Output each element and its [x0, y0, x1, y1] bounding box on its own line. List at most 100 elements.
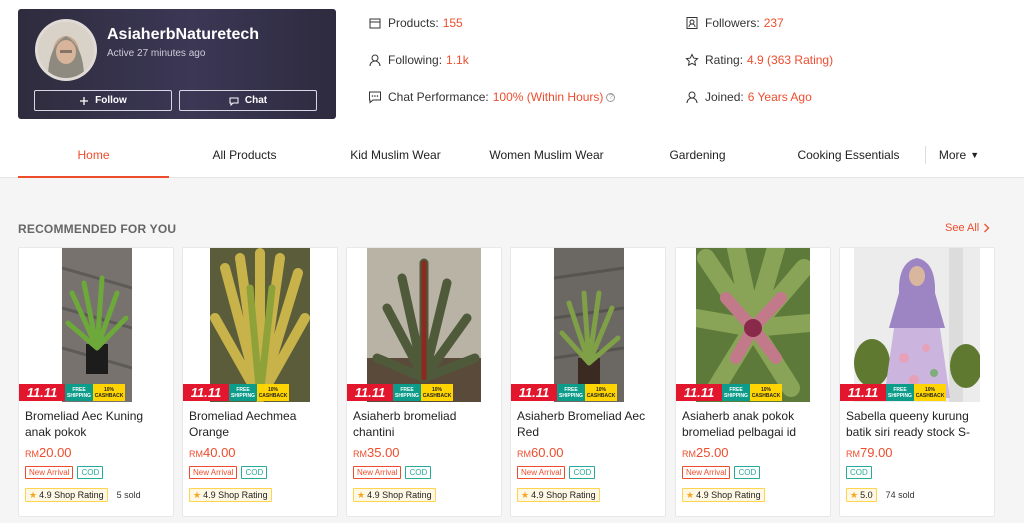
product-image[interactable]: 11.11 FREE SHIPPING 10% CASHBACK	[840, 248, 994, 402]
shop-rating-badge: ★ 4.9 Shop Rating	[25, 488, 108, 502]
stat-followers: Followers: 237	[685, 15, 784, 31]
sale-badge: 11.11	[511, 384, 557, 401]
shop-name: AsiaherbNaturetech	[107, 26, 260, 43]
joined-value: 6 Years Ago	[747, 90, 812, 104]
star-icon: ★	[357, 489, 366, 500]
store-icon	[369, 18, 381, 29]
stat-rating: Rating: 4.9 (363 Rating)	[685, 52, 833, 68]
sold-count: 74 sold	[885, 490, 915, 500]
star-icon: ★	[850, 489, 859, 500]
price-value: 79.00	[860, 445, 893, 460]
free-shipping-badge: FREE SHIPPING	[557, 384, 585, 401]
products-value: 155	[442, 16, 463, 30]
followers-label: Followers:	[705, 16, 760, 30]
chevron-right-icon	[984, 223, 990, 233]
free-shipping-badge: FREE SHIPPING	[886, 384, 914, 401]
tab-kid-muslim-wear[interactable]: Kid Muslim Wear	[320, 140, 471, 178]
product-name[interactable]: Asiaherb anak pokok bromeliad pelbagai i…	[682, 408, 826, 440]
sale-badge: 11.11	[840, 384, 886, 401]
cashback-badge: 10% CASHBACK	[585, 384, 617, 401]
cashback-badge: 10% CASHBACK	[93, 384, 125, 401]
star-icon: ★	[521, 489, 530, 500]
chat-button[interactable]: Chat	[179, 90, 317, 111]
see-all-link[interactable]: See All	[945, 222, 990, 234]
joined-label: Joined:	[705, 90, 744, 104]
product-image[interactable]: 11.11 FREE SHIPPING 10% CASHBACK	[19, 248, 173, 402]
tab-women-muslim-wear[interactable]: Women Muslim Wear	[471, 140, 622, 178]
promo-banner: 11.11 FREE SHIPPING 10% CASHBACK	[511, 384, 617, 401]
product-price: RM79.00	[846, 445, 893, 460]
help-icon[interactable]: ?	[606, 92, 616, 102]
product-card[interactable]: 11.11 FREE SHIPPING 10% CASHBACK Asiaher…	[346, 247, 502, 517]
product-price: RM60.00	[517, 445, 564, 460]
stat-following: Following: 1.1k	[368, 52, 469, 68]
shop-rating-badge: ★ 4.9 Shop Rating	[682, 488, 765, 502]
free-shipping-badge: FREE SHIPPING	[722, 384, 750, 401]
cashback-badge: 10% CASHBACK	[750, 384, 782, 401]
product-card[interactable]: 11.11 FREE SHIPPING 10% CASHBACK Asiaher…	[510, 247, 666, 517]
tab-home[interactable]: Home	[18, 140, 169, 178]
plus-icon	[80, 96, 89, 105]
product-name[interactable]: Sabella queeny kurung batik siri ready s…	[846, 408, 990, 440]
promo-banner: 11.11 FREE SHIPPING 10% CASHBACK	[183, 384, 289, 401]
product-card[interactable]: 11.11 FREE SHIPPING 10% CASHBACK Bromeli…	[18, 247, 174, 517]
product-card[interactable]: 11.11 FREE SHIPPING 10% CASHBACK Sabella…	[839, 247, 995, 517]
product-image[interactable]: 11.11 FREE SHIPPING 10% CASHBACK	[347, 248, 501, 402]
product-price: RM40.00	[189, 445, 236, 460]
product-name[interactable]: Bromeliad Aechmea Orange	[189, 408, 333, 440]
currency: RM	[682, 449, 696, 459]
cod-tag: COD	[569, 466, 596, 479]
promo-banner: 11.11 FREE SHIPPING 10% CASHBACK	[840, 384, 946, 401]
rating-text: 4.9 Shop Rating	[367, 490, 432, 500]
shop-rating-badge: ★ 4.9 Shop Rating	[517, 488, 600, 502]
rating-label: Rating:	[705, 53, 744, 67]
product-name[interactable]: Asiaherb bromeliad chantini	[353, 408, 497, 440]
nav-divider	[925, 146, 926, 164]
rating-text: 4.9 Shop Rating	[531, 490, 596, 500]
product-card[interactable]: 11.11 FREE SHIPPING 10% CASHBACK Asiaher…	[675, 247, 831, 517]
free-shipping-badge: FREE SHIPPING	[65, 384, 93, 401]
product-rating: ★ 5.0 74 sold	[846, 488, 915, 502]
tab-all-products[interactable]: All Products	[169, 140, 320, 178]
chat-icon	[229, 97, 239, 106]
active-status: Active 27 minutes ago	[107, 48, 206, 59]
new-arrival-tag: New Arrival	[189, 466, 238, 479]
product-card[interactable]: 11.11 FREE SHIPPING 10% CASHBACK Bromeli…	[182, 247, 338, 517]
cod-tag: COD	[77, 466, 104, 479]
chat-performance-value: 100% (Within Hours)	[492, 90, 604, 104]
price-value: 20.00	[39, 445, 72, 460]
rating-value: 4.9 (363 Rating)	[747, 53, 834, 67]
price-value: 40.00	[203, 445, 236, 460]
price-value: 60.00	[531, 445, 564, 460]
star-icon: ★	[686, 489, 695, 500]
section-title: RECOMMENDED FOR YOU	[18, 222, 177, 236]
shop-rating-badge: ★ 4.9 Shop Rating	[353, 488, 436, 502]
follow-button[interactable]: Follow	[34, 90, 172, 111]
product-name[interactable]: Asiaherb Bromeliad Aec Red	[517, 408, 661, 440]
rating-text: 5.0	[860, 490, 873, 500]
promo-banner: 11.11 FREE SHIPPING 10% CASHBACK	[19, 384, 125, 401]
price-value: 35.00	[367, 445, 400, 460]
product-tags: New Arrival COD	[353, 466, 432, 479]
sale-badge: 11.11	[347, 384, 393, 401]
star-icon: ★	[193, 489, 202, 500]
product-image[interactable]: 11.11 FREE SHIPPING 10% CASHBACK	[676, 248, 830, 402]
tab-gardening[interactable]: Gardening	[622, 140, 773, 178]
cod-tag: COD	[734, 466, 761, 479]
following-label: Following:	[388, 53, 443, 67]
product-image[interactable]: 11.11 FREE SHIPPING 10% CASHBACK	[183, 248, 337, 402]
cod-tag: COD	[846, 466, 872, 479]
new-arrival-tag: New Arrival	[517, 466, 566, 479]
chat-performance-label: Chat Performance:	[388, 90, 489, 104]
product-tags: New Arrival COD	[517, 466, 596, 479]
avatar[interactable]	[35, 19, 97, 81]
tab-cooking-essentials[interactable]: Cooking Essentials	[773, 140, 924, 178]
product-image[interactable]: 11.11 FREE SHIPPING 10% CASHBACK	[511, 248, 665, 402]
sold-count: 5 sold	[116, 490, 141, 500]
tab-more[interactable]: More ▼	[932, 140, 986, 178]
followers-icon	[686, 17, 698, 29]
rating-text: 4.9 Shop Rating	[696, 490, 761, 500]
currency: RM	[189, 449, 203, 459]
currency: RM	[846, 449, 860, 459]
product-name[interactable]: Bromeliad Aec Kuning anak pokok	[25, 408, 169, 440]
